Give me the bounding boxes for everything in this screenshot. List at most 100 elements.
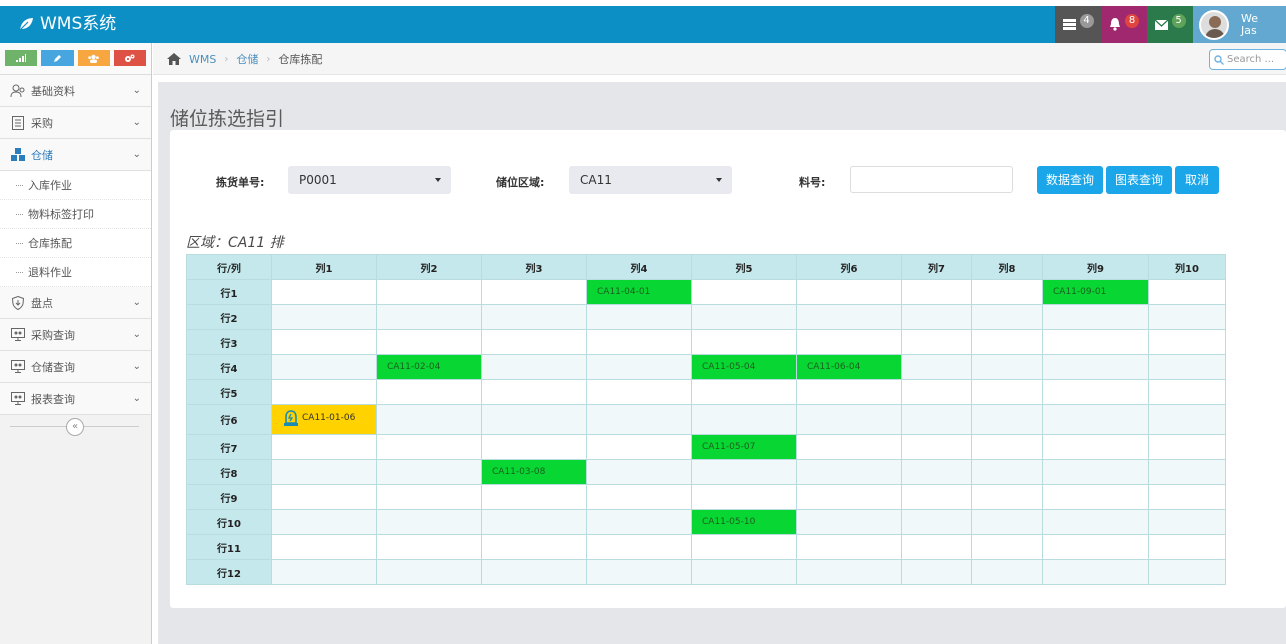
bin-cell-empty[interactable] bbox=[1148, 329, 1226, 355]
shortcut-users-button[interactable] bbox=[77, 50, 110, 66]
pick-number-select[interactable]: P0001 bbox=[288, 166, 451, 194]
bin-cell-empty[interactable] bbox=[796, 509, 902, 535]
bin-cell-empty[interactable] bbox=[376, 434, 482, 460]
bin-cell-empty[interactable] bbox=[691, 304, 797, 330]
bin-cell-empty[interactable] bbox=[1148, 379, 1226, 405]
bin-cell-empty[interactable] bbox=[796, 459, 902, 485]
bin-cell-empty[interactable] bbox=[481, 509, 587, 535]
bin-cell-empty[interactable] bbox=[1148, 279, 1226, 305]
search-input[interactable]: Search ... bbox=[1209, 49, 1286, 70]
bin-cell-empty[interactable] bbox=[376, 379, 482, 405]
material-input[interactable] bbox=[850, 166, 1013, 193]
bin-cell-empty[interactable] bbox=[1042, 434, 1149, 460]
sidebar-item-warehouse-query[interactable]: 仓储查询 ⌄ bbox=[0, 351, 151, 383]
bin-cell-empty[interactable] bbox=[586, 379, 692, 405]
bin-cell-empty[interactable] bbox=[796, 329, 902, 355]
bin-cell-empty[interactable] bbox=[481, 434, 587, 460]
bin-cell-occupied[interactable]: CA11-05-10 bbox=[691, 509, 797, 535]
shortcut-settings-button[interactable] bbox=[113, 50, 146, 66]
bin-cell-empty[interactable] bbox=[1148, 534, 1226, 560]
bin-cell-empty[interactable] bbox=[481, 534, 587, 560]
bin-cell-empty[interactable] bbox=[376, 304, 482, 330]
bin-cell-empty[interactable] bbox=[796, 559, 902, 585]
bin-cell-empty[interactable] bbox=[971, 304, 1043, 330]
bin-cell-current[interactable]: CA11-01-06 bbox=[271, 404, 377, 435]
bin-cell-empty[interactable] bbox=[1148, 459, 1226, 485]
bin-cell-empty[interactable] bbox=[376, 484, 482, 510]
bin-cell-empty[interactable] bbox=[1148, 559, 1226, 585]
bin-cell-empty[interactable] bbox=[376, 279, 482, 305]
bin-cell-empty[interactable] bbox=[901, 434, 972, 460]
sidebar-item-basic-data[interactable]: 基础资料 ⌄ bbox=[0, 75, 151, 107]
bin-cell-empty[interactable] bbox=[971, 484, 1043, 510]
bin-cell-empty[interactable] bbox=[1148, 404, 1226, 435]
bin-cell-empty[interactable] bbox=[901, 279, 972, 305]
user-menu[interactable]: We Jas bbox=[1193, 6, 1286, 43]
bin-cell-empty[interactable] bbox=[796, 379, 902, 405]
bin-cell-empty[interactable] bbox=[1042, 534, 1149, 560]
bin-cell-empty[interactable] bbox=[586, 534, 692, 560]
shortcut-edit-button[interactable] bbox=[41, 50, 74, 66]
bin-cell-empty[interactable] bbox=[586, 304, 692, 330]
bin-cell-empty[interactable] bbox=[376, 534, 482, 560]
bin-cell-empty[interactable] bbox=[376, 404, 482, 435]
bin-cell-empty[interactable] bbox=[691, 379, 797, 405]
bin-cell-empty[interactable] bbox=[1042, 379, 1149, 405]
bin-cell-empty[interactable] bbox=[586, 509, 692, 535]
bin-cell-empty[interactable] bbox=[481, 484, 587, 510]
bin-cell-occupied[interactable]: CA11-05-07 bbox=[691, 434, 797, 460]
app-brand[interactable]: WMS系统 bbox=[18, 13, 116, 35]
bin-cell-empty[interactable] bbox=[271, 559, 377, 585]
bin-cell-empty[interactable] bbox=[271, 304, 377, 330]
bin-cell-empty[interactable] bbox=[271, 534, 377, 560]
bin-cell-empty[interactable] bbox=[481, 404, 587, 435]
bin-cell-empty[interactable] bbox=[586, 484, 692, 510]
bin-cell-occupied[interactable]: CA11-06-04 bbox=[796, 354, 902, 380]
bin-cell-empty[interactable] bbox=[376, 459, 482, 485]
bin-cell-empty[interactable] bbox=[376, 559, 482, 585]
bin-cell-empty[interactable] bbox=[971, 354, 1043, 380]
bin-cell-empty[interactable] bbox=[901, 304, 972, 330]
sidebar-item-inventory-count[interactable]: 盘点 ⌄ bbox=[0, 287, 151, 319]
bin-cell-empty[interactable] bbox=[271, 509, 377, 535]
bin-cell-empty[interactable] bbox=[901, 329, 972, 355]
bin-cell-empty[interactable] bbox=[691, 279, 797, 305]
bin-cell-empty[interactable] bbox=[1042, 404, 1149, 435]
bin-cell-empty[interactable] bbox=[971, 534, 1043, 560]
bin-cell-empty[interactable] bbox=[796, 404, 902, 435]
shortcut-stats-button[interactable] bbox=[5, 50, 38, 66]
bin-cell-empty[interactable] bbox=[1148, 509, 1226, 535]
sidebar-subitem-picking[interactable]: 仓库拣配 bbox=[0, 229, 151, 258]
bin-cell-empty[interactable] bbox=[796, 279, 902, 305]
zone-select[interactable]: CA11 bbox=[569, 166, 732, 194]
bin-cell-empty[interactable] bbox=[1148, 484, 1226, 510]
bin-cell-empty[interactable] bbox=[586, 559, 692, 585]
bin-cell-occupied[interactable]: CA11-02-04 bbox=[376, 354, 482, 380]
bin-cell-empty[interactable] bbox=[971, 404, 1043, 435]
bin-cell-empty[interactable] bbox=[901, 354, 972, 380]
bin-cell-empty[interactable] bbox=[481, 379, 587, 405]
bin-cell-empty[interactable] bbox=[271, 279, 377, 305]
bin-cell-empty[interactable] bbox=[971, 509, 1043, 535]
bin-cell-empty[interactable] bbox=[691, 459, 797, 485]
messages-button[interactable]: 5 bbox=[1147, 6, 1193, 43]
bin-cell-empty[interactable] bbox=[1148, 434, 1226, 460]
sidebar-item-report-query[interactable]: 报表查询 ⌄ bbox=[0, 383, 151, 415]
bin-cell-empty[interactable] bbox=[586, 404, 692, 435]
bin-cell-empty[interactable] bbox=[1042, 329, 1149, 355]
bin-cell-empty[interactable] bbox=[271, 329, 377, 355]
bin-cell-empty[interactable] bbox=[971, 434, 1043, 460]
data-query-button[interactable]: 数据查询 bbox=[1037, 166, 1103, 194]
bin-cell-occupied[interactable]: CA11-05-04 bbox=[691, 354, 797, 380]
bin-cell-empty[interactable] bbox=[481, 279, 587, 305]
sidebar-collapse-button[interactable]: « bbox=[66, 418, 84, 436]
bin-cell-empty[interactable] bbox=[971, 559, 1043, 585]
bin-cell-empty[interactable] bbox=[271, 354, 377, 380]
bin-cell-empty[interactable] bbox=[481, 329, 587, 355]
bin-cell-empty[interactable] bbox=[586, 459, 692, 485]
bin-cell-empty[interactable] bbox=[901, 509, 972, 535]
bin-cell-empty[interactable] bbox=[271, 484, 377, 510]
bin-cell-empty[interactable] bbox=[586, 354, 692, 380]
bin-cell-empty[interactable] bbox=[901, 404, 972, 435]
bin-cell-empty[interactable] bbox=[796, 484, 902, 510]
